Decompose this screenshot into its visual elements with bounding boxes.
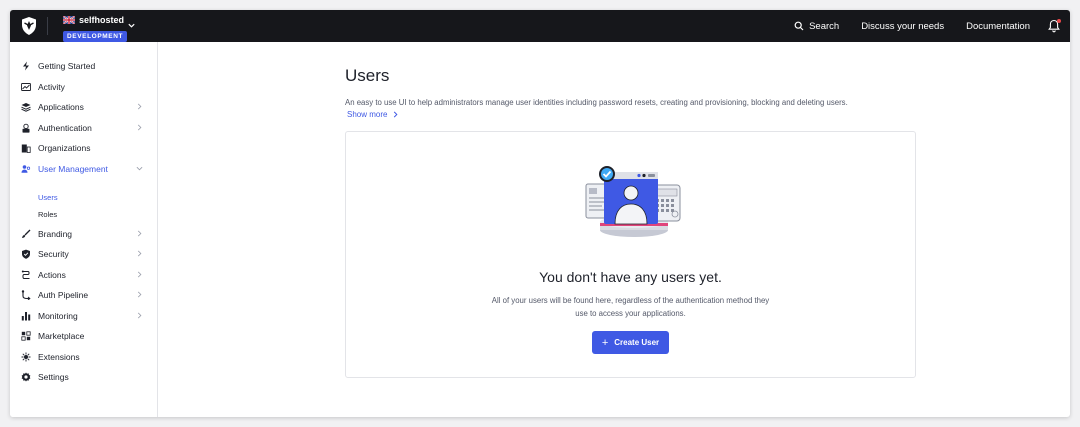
empty-state-card: You don't have any users yet. All of you… — [345, 131, 916, 378]
lock-user-icon — [22, 123, 30, 133]
search-label: Search — [809, 20, 840, 32]
empty-state-description: All of your users will be found here, re… — [491, 296, 770, 318]
tenant-name[interactable]: selfhosted — [63, 14, 127, 25]
sidebar-item-label: User Management — [38, 164, 108, 174]
sidebar-item-getting-started[interactable]: Getting Started — [10, 57, 158, 75]
sidebar-subitem-users[interactable]: Users — [38, 190, 58, 204]
brush-icon — [22, 229, 31, 238]
sidebar-item-label: Security — [38, 249, 69, 259]
sidebar-item-auth-pipeline[interactable]: Auth Pipeline — [10, 286, 158, 304]
sidebar-item-applications[interactable]: Applications — [10, 98, 158, 116]
search-icon — [794, 21, 804, 31]
sidebar-item-label: Actions — [38, 270, 66, 280]
environment-badge: DEVELOPMENT — [63, 31, 128, 42]
top-bar: selfhosted DEVELOPMENT Search Discuss yo… — [10, 10, 1070, 42]
divider — [47, 17, 48, 35]
tenant-name-label: selfhosted — [79, 14, 125, 25]
lightning-icon — [23, 61, 29, 71]
users-icon — [21, 165, 31, 173]
sidebar-item-label: Settings — [38, 372, 69, 382]
sidebar-item-label: Organizations — [38, 143, 91, 153]
sidebar-item-activity[interactable]: Activity — [10, 78, 158, 96]
sidebar-item-label: Auth Pipeline — [38, 290, 89, 300]
chevron-right-icon — [137, 312, 142, 319]
chevron-right-icon — [137, 124, 142, 131]
auth0-shield-logo[interactable] — [19, 16, 39, 36]
plus-icon: + — [601, 336, 609, 349]
sidebar-item-organizations[interactable]: Organizations — [10, 139, 158, 157]
notification-dot — [1057, 19, 1061, 23]
create-user-label: Create User — [614, 338, 660, 347]
sidebar-item-label: Monitoring — [38, 311, 78, 321]
sidebar-item-label: Marketplace — [38, 331, 85, 341]
app-window: selfhosted DEVELOPMENT Search Discuss yo… — [10, 10, 1070, 417]
bar-chart-icon — [21, 312, 31, 321]
sidebar-item-settings[interactable]: Settings — [10, 368, 158, 386]
main-content: Users An easy to use UI to help administ… — [159, 42, 1070, 417]
extensions-icon — [21, 352, 31, 362]
sidebar-item-label: Activity — [38, 82, 65, 92]
sidebar-item-label: Branding — [38, 229, 73, 239]
activity-chart-icon — [21, 83, 31, 91]
sidebar-item-actions[interactable]: Actions — [10, 266, 158, 284]
page-title: Users — [345, 66, 390, 85]
chevron-down-icon[interactable] — [127, 21, 136, 30]
create-user-button[interactable]: + Create User — [592, 331, 669, 354]
page-description: An easy to use UI to help administrators… — [345, 98, 848, 107]
notifications-button[interactable] — [1046, 18, 1062, 34]
sidebar-item-monitoring[interactable]: Monitoring — [10, 307, 158, 325]
building-icon — [21, 144, 31, 153]
sidebar-item-label: Getting Started — [38, 61, 96, 71]
chevron-down-icon — [136, 166, 143, 171]
users-empty-illustration — [585, 166, 681, 237]
chevron-right-icon — [394, 111, 398, 118]
sidebar-item-user-management[interactable]: User Management — [10, 160, 158, 178]
layers-icon — [21, 103, 31, 112]
chevron-right-icon — [137, 250, 142, 257]
show-more-link[interactable]: Show more — [347, 110, 399, 119]
show-more-label: Show more — [347, 110, 388, 119]
chevron-right-icon — [137, 230, 142, 237]
actions-icon — [21, 270, 30, 279]
discuss-needs-link[interactable]: Discuss your needs — [861, 21, 944, 32]
uk-flag-icon — [63, 15, 75, 24]
chevron-right-icon — [137, 291, 142, 298]
documentation-link[interactable]: Documentation — [966, 21, 1030, 32]
sidebar-item-branding[interactable]: Branding — [10, 225, 158, 243]
chevron-right-icon — [137, 271, 142, 278]
pipeline-icon — [21, 290, 31, 300]
sidebar-item-authentication[interactable]: Authentication — [10, 119, 158, 137]
shield-icon — [22, 249, 30, 259]
gear-icon — [21, 372, 31, 382]
grid-icon — [21, 331, 31, 341]
sidebar: Getting Started Activity Applications Au… — [10, 42, 158, 417]
top-right-links: Search Discuss your needs Documentation — [794, 10, 1070, 42]
sidebar-item-security[interactable]: Security — [10, 245, 158, 263]
sidebar-item-extensions[interactable]: Extensions — [10, 348, 158, 366]
chevron-right-icon — [137, 103, 142, 110]
empty-state-title: You don't have any users yet. — [539, 269, 722, 285]
sidebar-item-label: Applications — [38, 102, 84, 112]
tenant-switcher[interactable]: selfhosted DEVELOPMENT — [63, 14, 128, 43]
search-button[interactable]: Search — [794, 21, 839, 32]
sidebar-subitem-roles[interactable]: Roles — [38, 207, 57, 221]
sidebar-item-label: Authentication — [38, 123, 92, 133]
sidebar-item-marketplace[interactable]: Marketplace — [10, 327, 158, 345]
sidebar-item-label: Extensions — [38, 352, 80, 362]
